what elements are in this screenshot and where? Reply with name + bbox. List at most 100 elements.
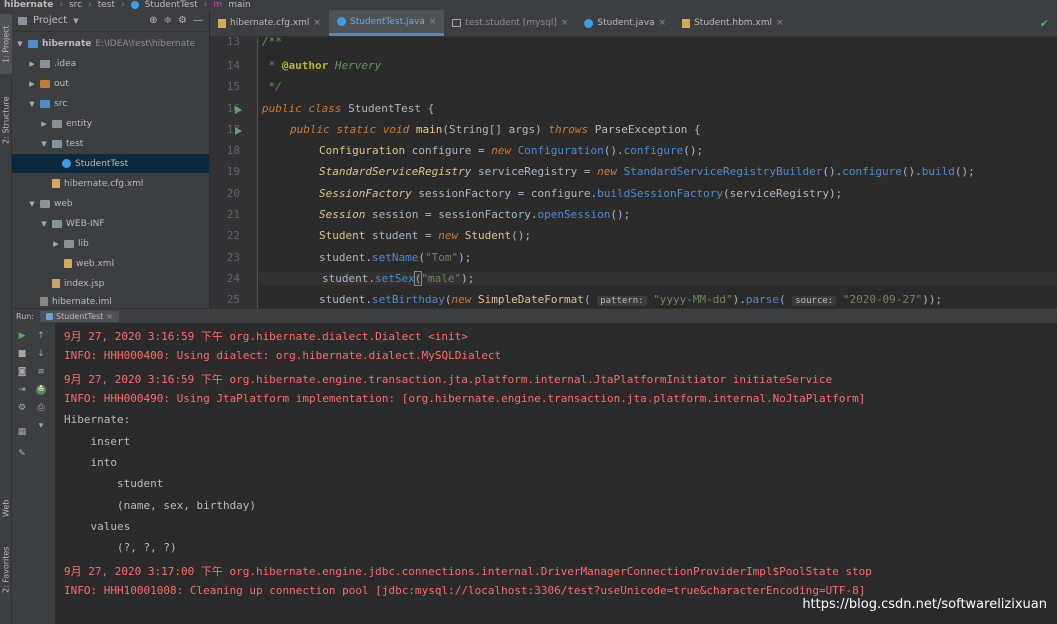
tree-item-cfg-xml[interactable]: hibernate.cfg.xml	[52, 174, 143, 193]
tab-label: Student.java	[597, 18, 655, 28]
chevron-down-icon[interactable]: ▼	[40, 220, 48, 228]
minimize-icon[interactable]: —	[193, 15, 203, 26]
tree-item-label: out	[54, 78, 69, 89]
chevron-right-icon[interactable]: ▶	[40, 120, 48, 128]
tab-student-hbm-xml[interactable]: Student.hbm.xml ×	[674, 10, 791, 36]
breadcrumb-method[interactable]: main	[228, 0, 251, 10]
locate-icon[interactable]: ⊕	[149, 15, 157, 26]
tab-studenttest-java[interactable]: StudentTest.java ×	[328, 10, 445, 36]
chevron-down-icon[interactable]: ▼	[40, 140, 48, 148]
chevron-right-icon: ›	[203, 0, 208, 10]
tree-item-label: lib	[78, 238, 89, 249]
tree-item-studenttest[interactable]: StudentTest	[12, 154, 209, 173]
close-icon[interactable]: ×	[429, 17, 437, 27]
code-line-15: */	[262, 80, 282, 93]
code-line-24-current: student.setSex("male");	[259, 271, 1057, 286]
layout-icon[interactable]: ▦	[17, 427, 27, 437]
line-number: 15	[226, 80, 240, 93]
code-line-22: Student student = new Student();	[319, 229, 531, 242]
tree-item-idea[interactable]: ▶ .idea	[28, 54, 76, 73]
chevron-right-icon[interactable]: ▶	[28, 60, 36, 68]
tree-item-label: .idea	[54, 58, 77, 69]
breadcrumb-src[interactable]: src	[69, 0, 82, 10]
run-tab-studenttest[interactable]: StudentTest ×	[40, 310, 119, 322]
folder-icon	[40, 59, 50, 68]
settings-icon[interactable]: ⚙	[17, 403, 27, 413]
console-line: insert	[64, 435, 131, 448]
gear-icon[interactable]: ⚙	[178, 15, 187, 26]
tab-label: hibernate.cfg.xml	[230, 18, 310, 28]
tree-item-web-inf[interactable]: ▼ WEB-INF	[40, 214, 104, 233]
tree-item-entity[interactable]: ▶ entity	[40, 114, 92, 133]
chevron-right-icon[interactable]: ▶	[52, 240, 60, 248]
breadcrumb-test[interactable]: test	[98, 0, 115, 10]
chevron-right-icon: ›	[121, 0, 125, 10]
tool-tab-structure[interactable]: 2: Structure	[0, 90, 12, 150]
console-line: into	[64, 456, 117, 469]
console-line: values	[64, 520, 131, 533]
camera-icon[interactable]: ◙	[17, 367, 27, 377]
tool-tab-project[interactable]: 1: Project	[0, 14, 12, 74]
arrow-down-icon[interactable]: ↓	[36, 349, 46, 359]
watermark: https://blog.csdn.net/softwarelizixuan	[802, 597, 1047, 612]
editor-gutter: 13 14 15 16 17 18 19 20 21 22 23 24 25	[210, 35, 258, 308]
breadcrumb-class[interactable]: StudentTest	[145, 0, 198, 10]
run-main-icon[interactable]	[235, 127, 242, 135]
tree-item-hibernate[interactable]: ▼ hibernate E:\IDEA\test\hibernate	[16, 34, 195, 53]
code-line-19: StandardServiceRegistry serviceRegistry …	[319, 165, 975, 178]
close-icon[interactable]: ×	[659, 18, 667, 28]
rerun-icon[interactable]: ▶	[17, 331, 27, 341]
soft-wrap-icon[interactable]: ≡	[36, 367, 46, 377]
tree-item-label: hibernate.iml	[52, 296, 112, 307]
chevron-down-icon[interactable]: ▼	[73, 17, 78, 25]
tool-tab-favorites[interactable]: 2: Favorites	[0, 540, 12, 600]
hammer-icon[interactable]: ✔	[1040, 17, 1049, 30]
tree-item-test[interactable]: ▼ test	[40, 134, 83, 153]
class-icon	[336, 17, 346, 26]
folder-icon	[64, 239, 74, 248]
tree-item-out[interactable]: ▶ out	[28, 74, 69, 93]
tab-hibernate-cfg-xml[interactable]: hibernate.cfg.xml ×	[210, 10, 329, 36]
line-number: 23	[226, 251, 240, 264]
breadcrumb-project[interactable]: hibernate	[4, 0, 53, 10]
project-view-dropdown[interactable]: Project	[33, 15, 67, 26]
tree-item-src[interactable]: ▼ src	[28, 94, 67, 113]
code-line-18: Configuration configure = new Configurat…	[319, 144, 704, 157]
run-toolbar: ▶ ↑ ■ ↓ ◙ ≡ ⇥ ≛ ⚙ ⎙ ▾ ▦ ✎	[12, 323, 55, 624]
chevron-right-icon[interactable]: ▶	[28, 80, 36, 88]
close-icon[interactable]: ×	[313, 18, 321, 28]
line-number: 14	[226, 59, 240, 72]
tree-item-index-jsp[interactable]: index.jsp	[52, 274, 104, 293]
tree-item-web-xml[interactable]: web.xml	[64, 254, 114, 273]
close-icon[interactable]: ×	[106, 312, 113, 321]
chevron-down-icon[interactable]: ▼	[28, 200, 36, 208]
console-output[interactable]: 9月 27, 2020 3:16:59 下午 org.hibernate.dia…	[55, 323, 1057, 624]
tab-student-java[interactable]: Student.java ×	[576, 10, 674, 36]
tree-item-label: web	[54, 198, 73, 209]
tab-test-student-mysql[interactable]: test.student [mysql] ×	[444, 10, 576, 36]
line-number: 25	[226, 293, 240, 306]
stop-icon[interactable]: ■	[17, 349, 27, 359]
chevron-right-icon: ›	[88, 0, 92, 10]
line-number: 13	[226, 35, 240, 48]
tree-item-web[interactable]: ▼ web	[28, 194, 73, 213]
tool-tab-web[interactable]: Web	[0, 488, 12, 528]
close-icon[interactable]: ×	[776, 18, 784, 28]
xml-file-icon	[52, 179, 60, 188]
scroll-to-end-icon[interactable]: ≛	[36, 385, 46, 395]
pin-icon[interactable]: ✎	[17, 449, 27, 459]
code-editor[interactable]: /** * @author Hervery */ public class St…	[259, 37, 1057, 308]
chevron-down-icon[interactable]: ▼	[28, 100, 36, 108]
run-class-icon[interactable]	[235, 106, 242, 114]
exit-icon[interactable]: ⇥	[17, 385, 27, 395]
console-line: INFO: HHH10001008: Cleaning up connectio…	[64, 584, 866, 597]
trash-icon[interactable]: ▾	[36, 421, 46, 431]
print-icon[interactable]: ⎙	[36, 403, 46, 413]
xml-file-icon	[218, 18, 226, 28]
collapse-icon[interactable]: ≑	[164, 15, 172, 26]
chevron-down-icon[interactable]: ▼	[16, 40, 24, 48]
close-icon[interactable]: ×	[561, 18, 569, 28]
arrow-up-icon[interactable]: ↑	[36, 331, 46, 341]
tree-item-lib[interactable]: ▶ lib	[52, 234, 89, 253]
folder-icon	[40, 79, 50, 88]
